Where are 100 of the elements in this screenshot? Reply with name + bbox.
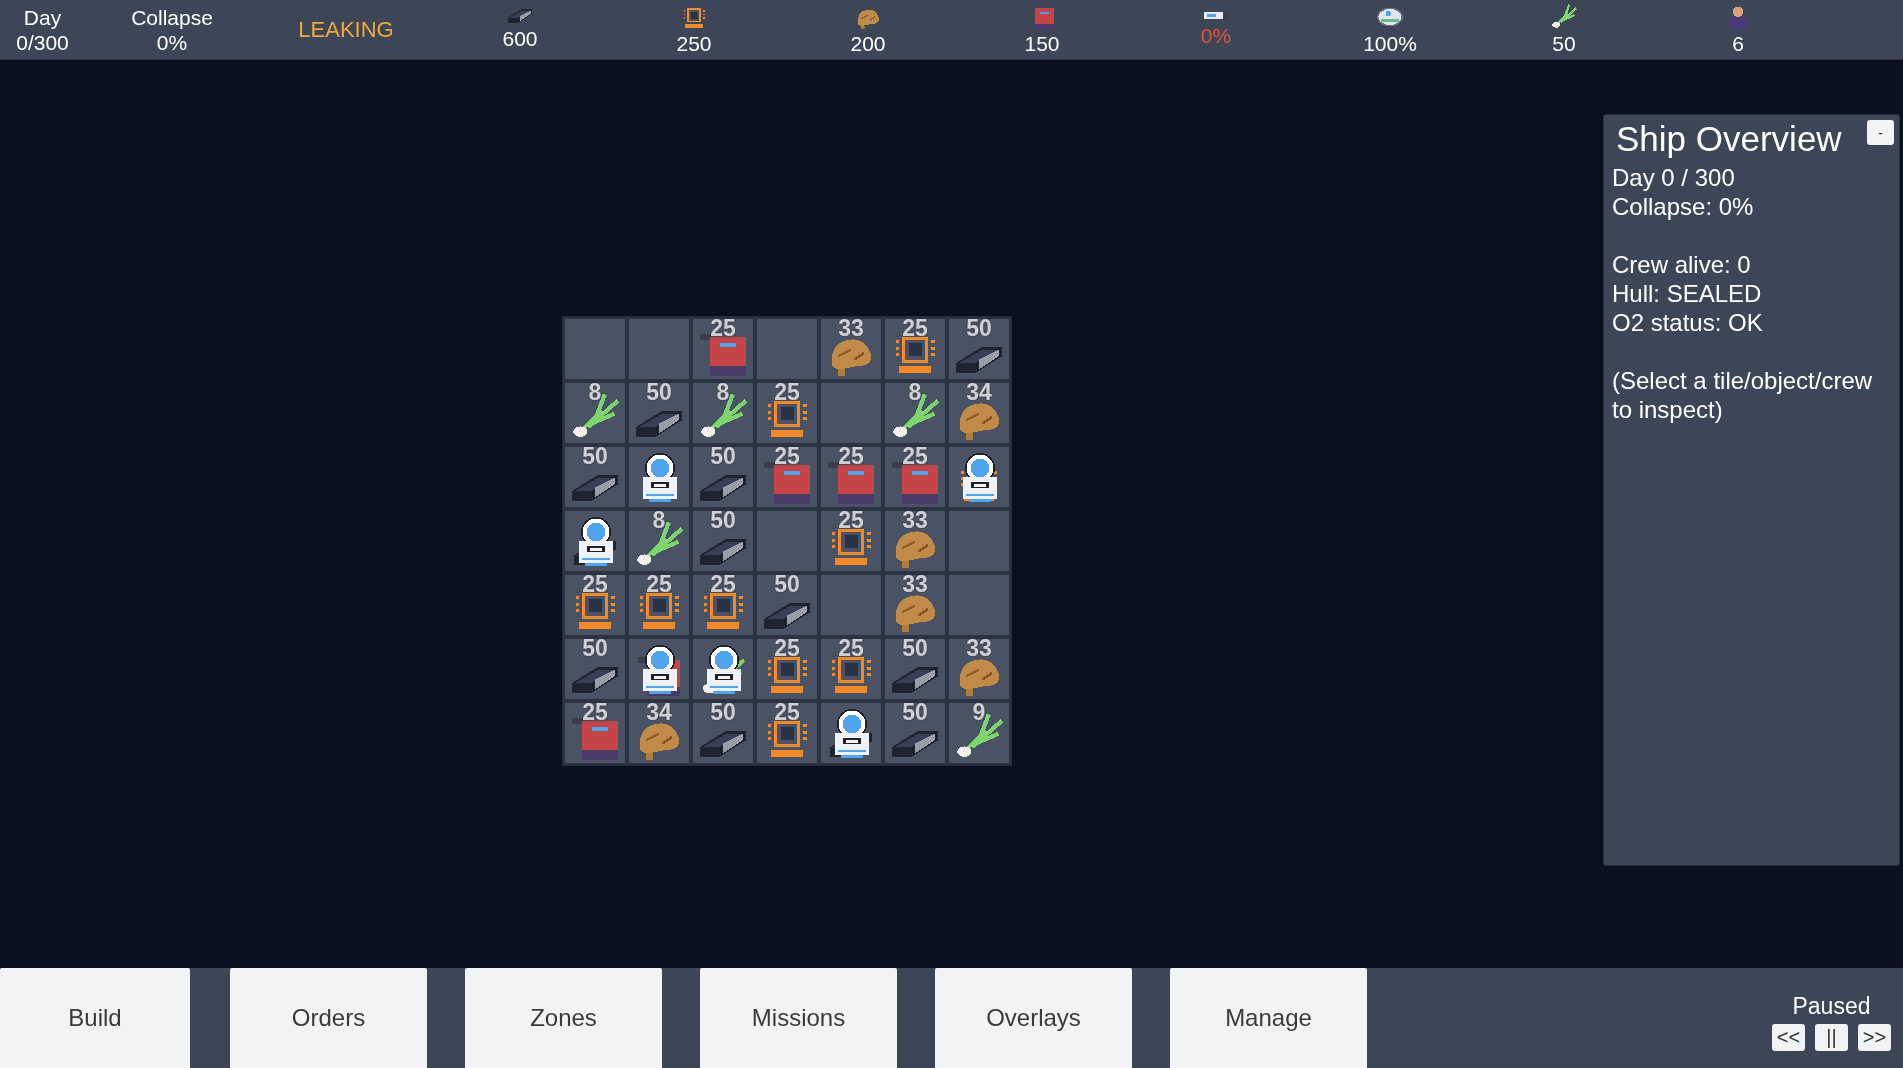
item-count: 25 (581, 699, 609, 726)
speed-button[interactable]: || (1815, 1024, 1848, 1051)
item-tile[interactable]: 33 (947, 637, 1011, 701)
collapse-value: 0% (156, 29, 188, 55)
item-tile[interactable]: 25 (755, 637, 819, 701)
overview-line: O2 status: OK (1612, 308, 1764, 337)
item-count: 25 (773, 443, 801, 470)
crew-tile[interactable] (819, 701, 883, 765)
item-count: 25 (837, 635, 865, 662)
menu-tab[interactable]: Build (0, 968, 190, 1068)
item-tile[interactable]: 8 (627, 509, 691, 573)
item-count: 25 (773, 635, 801, 662)
resource-value: 6 (1732, 31, 1744, 56)
metal-icon (697, 728, 749, 758)
menu-tab[interactable]: Manage (1170, 968, 1367, 1068)
item-tile[interactable]: 25 (883, 317, 947, 381)
item-count: 8 (715, 379, 731, 406)
metal-icon (633, 408, 685, 438)
day-label: Day (23, 4, 62, 30)
item-count: 9 (971, 699, 987, 726)
item-count: 50 (709, 443, 737, 470)
overview-line: Crew alive: 0 (1612, 250, 1752, 279)
item-count: 8 (587, 379, 603, 406)
item-count: 33 (901, 507, 929, 534)
item-tile[interactable]: 50 (883, 701, 947, 765)
item-tile[interactable]: 50 (563, 637, 627, 701)
item-tile[interactable]: 25 (691, 317, 755, 381)
minimize-button[interactable]: - (1867, 120, 1894, 145)
item-tile[interactable]: 50 (691, 445, 755, 509)
metal-icon (889, 728, 941, 758)
speed-button[interactable]: >> (1858, 1024, 1891, 1051)
menu-tab[interactable]: Zones (465, 968, 662, 1068)
item-tile[interactable]: 50 (755, 573, 819, 637)
item-tile[interactable]: 33 (883, 509, 947, 573)
metal-icon (889, 664, 941, 694)
resource-value: 50 (1552, 31, 1576, 56)
crew-tile[interactable] (627, 637, 691, 701)
item-tile[interactable]: 8 (563, 381, 627, 445)
item-count: 34 (645, 699, 673, 726)
item-count: 8 (907, 379, 923, 406)
item-tile[interactable]: 34 (627, 701, 691, 765)
item-count: 33 (837, 315, 865, 342)
item-count: 25 (709, 571, 737, 598)
item-count: 34 (965, 379, 993, 406)
item-tile[interactable]: 50 (627, 381, 691, 445)
resource-value: 150 (1024, 31, 1060, 56)
speed-status: Paused (1792, 993, 1871, 1020)
item-tile[interactable]: 25 (563, 701, 627, 765)
item-tile[interactable]: 25 (755, 701, 819, 765)
crew-tile[interactable] (627, 445, 691, 509)
resource-value: 100% (1363, 31, 1417, 56)
item-count: 50 (901, 635, 929, 662)
speed-button[interactable]: << (1772, 1024, 1805, 1051)
item-tile[interactable]: 8 (691, 381, 755, 445)
item-count: 25 (581, 571, 609, 598)
item-tile[interactable]: 25 (755, 381, 819, 445)
item-count: 50 (901, 699, 929, 726)
collapse-label: Collapse (131, 4, 213, 30)
item-count: 50 (773, 571, 801, 598)
menu-tab[interactable]: Overlays (935, 968, 1132, 1068)
item-tile[interactable]: 9 (947, 701, 1011, 765)
item-tile[interactable]: 50 (563, 445, 627, 509)
item-count: 25 (901, 315, 929, 342)
item-tile[interactable]: 25 (819, 637, 883, 701)
item-tile[interactable]: 33 (883, 573, 947, 637)
item-tile[interactable]: 50 (691, 701, 755, 765)
menu-tab[interactable]: Missions (700, 968, 897, 1068)
item-count: 25 (709, 315, 737, 342)
menu-tab[interactable]: Orders (230, 968, 427, 1068)
item-count: 25 (645, 571, 673, 598)
item-tile[interactable]: 25 (755, 445, 819, 509)
metal-icon (761, 600, 813, 630)
day-value: 0/300 (16, 29, 69, 55)
item-tile[interactable]: 33 (819, 317, 883, 381)
item-tile[interactable]: 25 (819, 445, 883, 509)
resource-value: 600 (502, 26, 538, 52)
tank-icon (1202, 11, 1230, 20)
metal-icon (697, 536, 749, 566)
item-tile[interactable]: 25 (691, 573, 755, 637)
leek-icon (1550, 3, 1578, 31)
overview-line: (Select a tile/object/crew to inspect) (1612, 366, 1874, 424)
item-count: 25 (773, 379, 801, 406)
crew-tile[interactable] (691, 637, 755, 701)
item-tile[interactable]: 8 (883, 381, 947, 445)
item-tile[interactable]: 50 (947, 317, 1011, 381)
crew-tile[interactable] (947, 445, 1011, 509)
overview-line: Collapse: 0% (1612, 192, 1755, 221)
item-tile[interactable]: 34 (947, 381, 1011, 445)
item-tile[interactable]: 50 (883, 637, 947, 701)
item-tile[interactable]: 25 (883, 445, 947, 509)
metal-icon (506, 7, 534, 24)
item-count: 50 (645, 379, 673, 406)
crew-tile[interactable] (563, 509, 627, 573)
item-count: 50 (581, 635, 609, 662)
item-tile[interactable]: 25 (563, 573, 627, 637)
item-tile[interactable]: 25 (627, 573, 691, 637)
item-tile[interactable]: 50 (691, 509, 755, 573)
metal-icon (953, 344, 1005, 374)
item-tile[interactable]: 25 (819, 509, 883, 573)
item-count: 50 (965, 315, 993, 342)
